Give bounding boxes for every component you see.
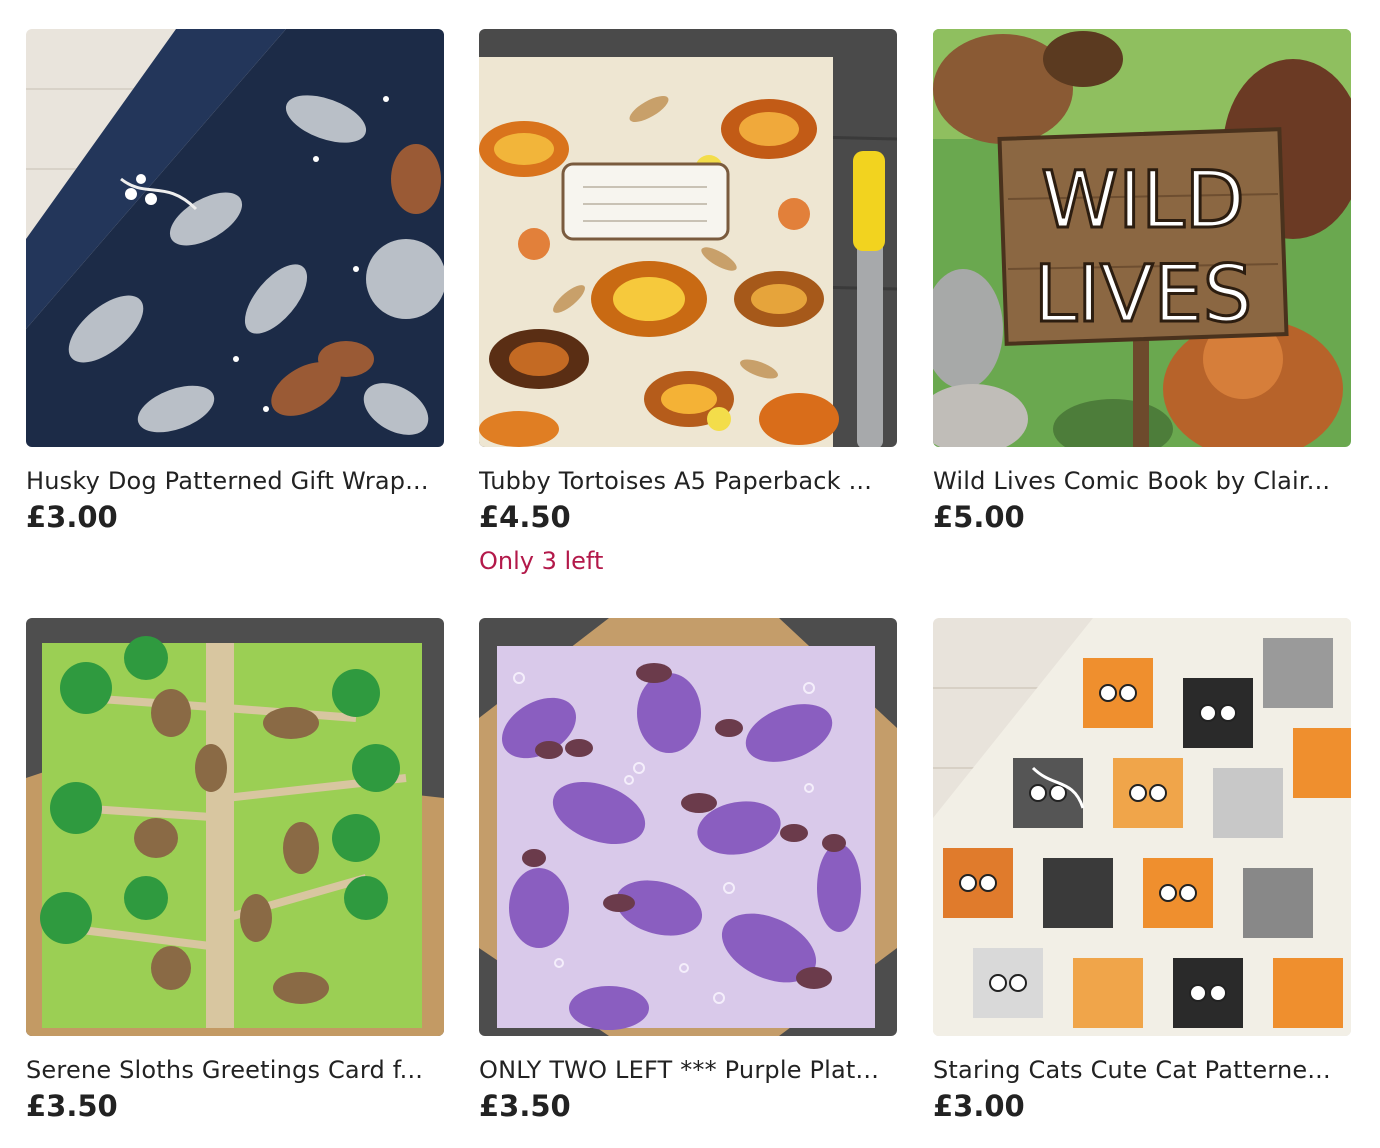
listing-title[interactable]: Serene Sloths Greetings Card f... (26, 1054, 444, 1086)
listing-price: £5.00 (933, 500, 1025, 534)
listing-title[interactable]: Staring Cats Cute Cat Patterne... (933, 1054, 1351, 1086)
listing-title[interactable]: Wild Lives Comic Book by Clair... (933, 465, 1351, 497)
listing-image[interactable] (479, 618, 897, 1036)
listing-image[interactable] (26, 618, 444, 1036)
listing-title[interactable]: Husky Dog Patterned Gift Wrap... (26, 465, 444, 497)
listing-price: £3.00 (26, 500, 118, 534)
listing-image[interactable]: WILD LIVES (933, 29, 1351, 447)
listing-image[interactable] (26, 29, 444, 447)
listing-card[interactable]: ONLY TWO LEFT *** Purple Plat... £3.50 (479, 618, 897, 1124)
listing-card[interactable]: Tubby Tortoises A5 Paperback ... £4.50 O… (479, 29, 897, 577)
listing-price: £3.50 (479, 1089, 571, 1123)
listing-card[interactable]: Serene Sloths Greetings Card f... £3.50 (26, 618, 444, 1124)
listing-image[interactable] (479, 29, 897, 447)
listing-grid: Husky Dog Patterned Gift Wrap... £3.00 T… (0, 0, 1380, 1148)
listing-price: £4.50 (479, 500, 571, 534)
listing-price: £3.00 (933, 1089, 1025, 1123)
listing-title[interactable]: ONLY TWO LEFT *** Purple Plat... (479, 1054, 897, 1086)
stock-warning: Only 3 left (479, 547, 604, 575)
listing-card[interactable]: Staring Cats Cute Cat Patterne... £3.00 (933, 618, 1351, 1124)
listing-card[interactable]: Husky Dog Patterned Gift Wrap... £3.00 (26, 29, 444, 535)
listing-image[interactable] (933, 618, 1351, 1036)
comic-title-line1: WILD (1041, 156, 1245, 246)
listing-title[interactable]: Tubby Tortoises A5 Paperback ... (479, 465, 897, 497)
listing-price: £3.50 (26, 1089, 118, 1123)
comic-title-line2: LIVES (1034, 250, 1253, 340)
listing-card[interactable]: WILD LIVES Wild Lives Comic Book by Clai… (933, 29, 1351, 535)
